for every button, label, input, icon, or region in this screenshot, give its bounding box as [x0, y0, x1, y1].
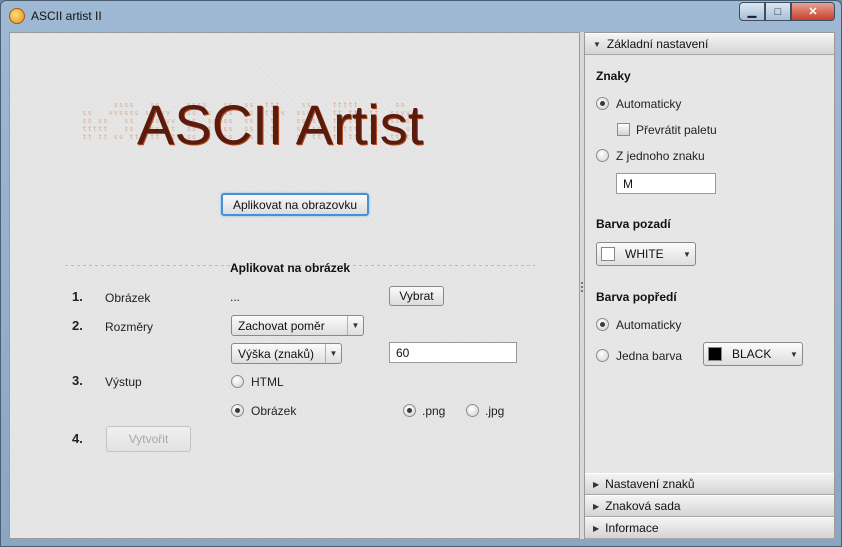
ratio-select-value: Zachovat poměr — [238, 318, 325, 333]
chars-auto-label: Automaticky — [616, 97, 682, 111]
single-char-field[interactable]: M — [616, 173, 716, 194]
fg-single-radio[interactable] — [596, 349, 609, 362]
invert-palette-checkbox[interactable] — [617, 123, 630, 136]
bg-color-select[interactable]: WHITE ▼ — [596, 242, 696, 266]
ascii-artist-logo: ssss ss ssss ss ss ttt ss ttttt tt ss ss… — [60, 93, 530, 193]
charset-header-label: Znaková sada — [605, 499, 681, 513]
char-settings-header-label: Nastavení znaků — [605, 477, 695, 491]
chevron-down-icon: ▼ — [347, 316, 363, 335]
format-png-radio[interactable] — [403, 404, 416, 417]
fg-color-name: BLACK — [732, 347, 772, 361]
apply-to-image-heading: Aplikovat na obrázek — [230, 261, 351, 275]
main-pane: ssss ss ssss ss ss ttt ss ttttt tt ss ss… — [9, 32, 580, 539]
info-header[interactable]: ▶ Informace — [585, 517, 834, 539]
logo-title: ASCII Artist — [137, 93, 424, 156]
fg-color-select[interactable]: BLACK ▼ — [703, 342, 803, 366]
palette-app-icon — [9, 8, 25, 24]
splitter-grip-icon — [581, 282, 583, 294]
expanded-triangle-icon: ▼ — [593, 39, 601, 49]
format-jpg-label: .jpg — [485, 404, 505, 418]
invert-palette-label: Převrátit paletu — [636, 123, 717, 137]
app-window: ASCII artist II ▁ □ ✕ ssss ss ssss ss ss… — [0, 0, 842, 547]
title-bar[interactable]: ASCII artist II ▁ □ ✕ — [1, 1, 841, 31]
settings-pane: ▼ Základní nastavení Znaky Automaticky P… — [584, 32, 835, 539]
chevron-down-icon: ▼ — [683, 249, 691, 259]
fg-color-title: Barva popředí — [596, 290, 677, 304]
collapsed-triangle-icon: ▶ — [593, 501, 600, 511]
step-3-number: 3. — [72, 373, 83, 388]
basic-settings-body: Znaky Automaticky Převrátit paletu Z jed… — [585, 55, 834, 473]
step-2-number: 2. — [72, 318, 83, 333]
collapsed-triangle-icon: ▶ — [593, 479, 600, 489]
chevron-down-icon: ▼ — [325, 344, 341, 363]
format-png-label: .png — [422, 404, 446, 418]
height-unit-select[interactable]: Výška (znaků) ▼ — [231, 343, 342, 364]
output-html-label: HTML — [251, 375, 284, 389]
info-header-label: Informace — [605, 521, 659, 535]
output-image-radio[interactable] — [231, 404, 244, 417]
charset-header[interactable]: ▶ Znaková sada — [585, 495, 834, 517]
char-settings-header[interactable]: ▶ Nastavení znaků — [585, 473, 834, 495]
close-button[interactable]: ✕ — [791, 2, 835, 21]
minimize-button[interactable]: ▁ — [739, 2, 765, 21]
chevron-down-icon: ▼ — [790, 349, 798, 359]
create-button[interactable]: Vytvořit — [106, 426, 191, 452]
collapsed-triangle-icon: ▶ — [593, 523, 600, 533]
chars-auto-radio[interactable] — [596, 97, 609, 110]
apply-to-screen-button[interactable]: Aplikovat na obrazovku — [221, 193, 369, 216]
bg-color-title: Barva pozadí — [596, 217, 671, 231]
single-char-label: Z jednoho znaku — [616, 149, 705, 163]
choose-image-button[interactable]: Vybrat — [389, 286, 444, 306]
step-3-label: Výstup — [105, 375, 142, 389]
image-path-value: ... — [230, 290, 241, 304]
ratio-select[interactable]: Zachovat poměr ▼ — [231, 315, 364, 336]
step-4-number: 4. — [72, 431, 83, 446]
output-html-radio[interactable] — [231, 375, 244, 388]
window-controls: ▁ □ ✕ — [739, 2, 835, 21]
format-jpg-radio[interactable] — [466, 404, 479, 417]
step-2-label: Rozměry — [105, 320, 154, 334]
window-title: ASCII artist II — [31, 9, 102, 23]
chars-title: Znaky — [596, 69, 631, 83]
step-1-number: 1. — [72, 289, 83, 304]
fg-single-label: Jedna barva — [616, 349, 683, 363]
bg-color-name: WHITE — [625, 247, 664, 261]
single-char-radio[interactable] — [596, 149, 609, 162]
step-1-label: Obrázek — [105, 291, 151, 305]
fg-auto-radio[interactable] — [596, 318, 609, 331]
basic-settings-header-label: Základní nastavení — [606, 37, 709, 51]
height-value-field[interactable]: 60 — [389, 342, 517, 363]
output-image-label: Obrázek — [251, 404, 297, 418]
fg-auto-label: Automaticky — [616, 318, 682, 332]
bg-color-swatch — [601, 247, 615, 261]
basic-settings-header[interactable]: ▼ Základní nastavení — [585, 33, 834, 55]
maximize-button[interactable]: □ — [765, 2, 791, 21]
height-unit-select-value: Výška (znaků) — [238, 346, 315, 361]
fg-color-swatch — [708, 347, 722, 361]
